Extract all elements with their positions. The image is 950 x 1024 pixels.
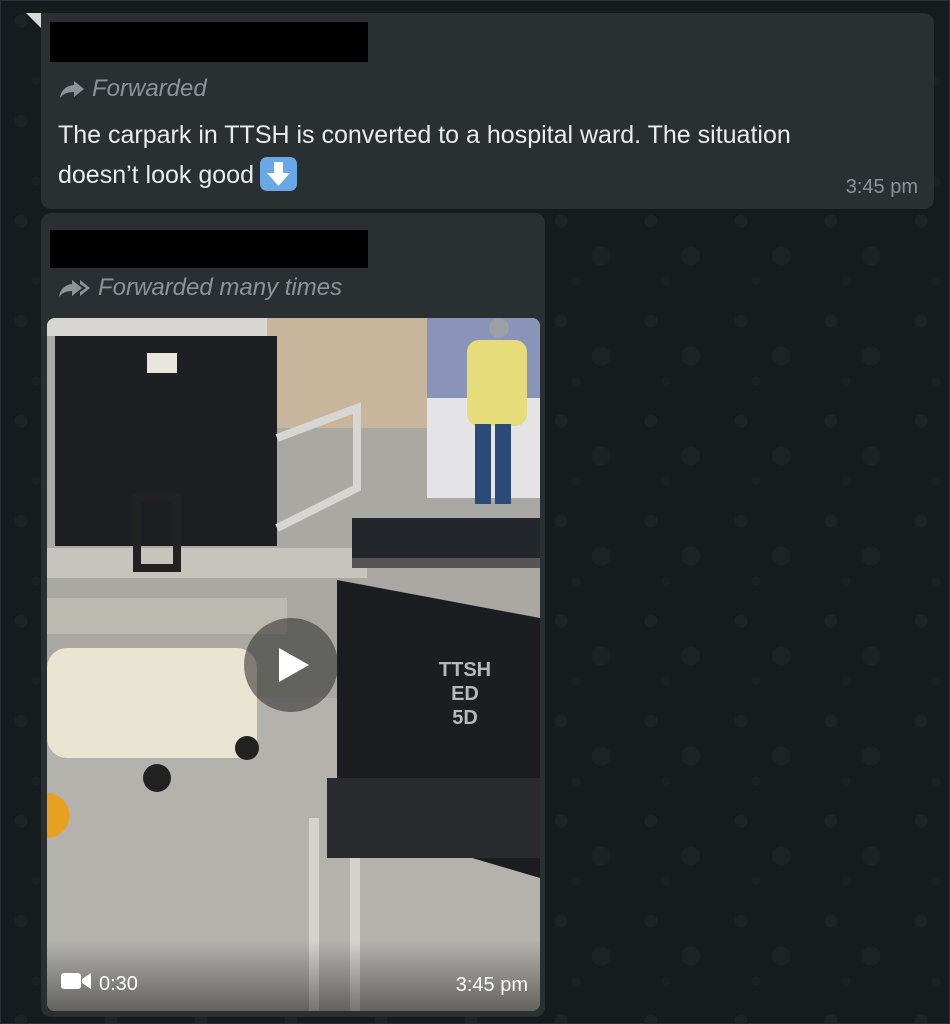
video-message-time: 3:45 pm: [455, 974, 528, 996]
forward-icon: [58, 79, 86, 99]
play-icon: [279, 648, 309, 682]
message-bubble-video[interactable]: Forwarded many times TTSH ED 5D 0:30 3:4…: [41, 213, 545, 1017]
forwarded-label: Forwarded: [92, 75, 207, 102]
forwarded-many-label: Forwarded many times: [98, 274, 343, 301]
forwarded-indicator: Forwarded: [58, 75, 207, 103]
message-bubble-forwarded[interactable]: Forwarded The carpark in TTSH is convert…: [41, 13, 934, 209]
forward-many-icon: [58, 278, 92, 298]
message-body: The carpark in TTSH is converted to a ho…: [58, 121, 791, 189]
chair-label-line-2: ED: [451, 683, 479, 705]
forwarded-many-indicator: Forwarded many times: [58, 274, 342, 302]
bubble-tail: [26, 13, 42, 29]
redacted-sender-name: [50, 230, 368, 268]
redacted-sender-name: [50, 22, 368, 62]
down-arrow-emoji: [259, 157, 297, 191]
chair-label-line-3: 5D: [452, 707, 478, 729]
video-camera-icon: [61, 971, 91, 997]
video-thumbnail[interactable]: TTSH ED 5D 0:30 3:45 pm: [47, 318, 540, 1011]
video-duration: 0:30: [61, 971, 138, 997]
video-duration-label: 0:30: [99, 972, 138, 995]
message-time: 3:45 pm: [845, 176, 918, 198]
play-button[interactable]: [244, 618, 338, 712]
message-text: The carpark in TTSH is converted to a ho…: [58, 115, 858, 195]
chair-label-line-1: TTSH: [439, 659, 491, 681]
